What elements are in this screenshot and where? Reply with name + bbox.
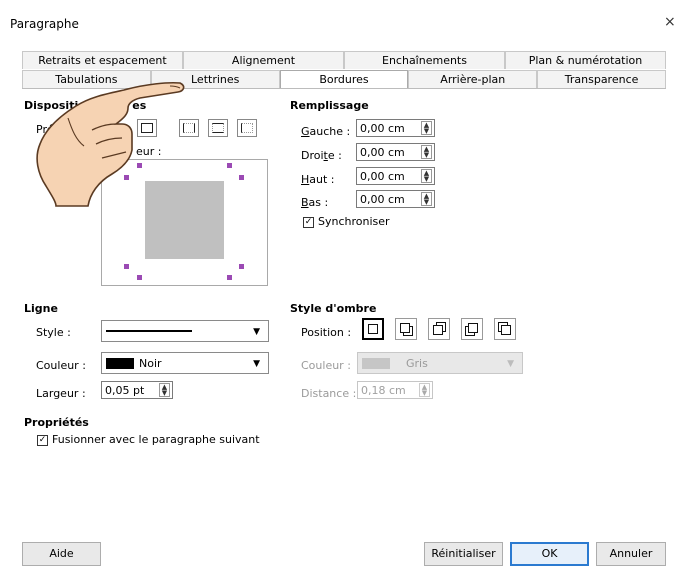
synchroniser-checkbox[interactable]: ✓ xyxy=(303,217,314,228)
droite-spin[interactable]: 0,00 cm ▲ ▼ xyxy=(356,143,435,161)
tab-retraits[interactable]: Retraits et espacement xyxy=(22,51,183,69)
preview-handle xyxy=(124,264,129,269)
tab-alignement[interactable]: Alignement xyxy=(183,51,344,69)
preset-left[interactable] xyxy=(237,119,257,137)
gauche-label: Gauche : xyxy=(301,125,351,138)
merge-label: Fusionner avec le paragraphe suivant xyxy=(52,433,260,446)
shadow-color-select[interactable]: Gris ▼ xyxy=(357,352,523,374)
shadow-distance-label: Distance : xyxy=(301,387,357,400)
ok-button[interactable]: OK xyxy=(510,542,589,566)
chevron-down-icon: ▼ xyxy=(253,327,260,337)
remplissage-heading: Remplissage xyxy=(290,99,369,112)
color-swatch xyxy=(106,358,134,369)
proprietes-heading: Propriétés xyxy=(24,416,89,429)
line-width-label: Largeur : xyxy=(36,387,86,400)
chevron-down-icon: ▼ xyxy=(507,359,514,369)
reset-button[interactable]: Réinitialiser xyxy=(424,542,503,566)
tab-plan-numerotation[interactable]: Plan & numérotation xyxy=(505,51,666,69)
tab-row-1: Retraits et espacement Alignement Enchaî… xyxy=(22,51,666,69)
preset-top-bottom[interactable] xyxy=(208,119,228,137)
preview-handle xyxy=(239,175,244,180)
line-style-select[interactable]: ▼ xyxy=(101,320,269,342)
ligne-heading: Ligne xyxy=(24,302,58,315)
shadow-distance-spin[interactable]: 0,18 cm ▲ ▼ xyxy=(357,381,433,399)
haut-label: Haut : xyxy=(301,173,335,186)
tab-arriere-plan[interactable]: Arrière-plan xyxy=(408,70,538,88)
haut-spin[interactable]: 0,00 cm ▲ ▼ xyxy=(356,167,435,185)
shadow-color-value: Gris xyxy=(406,357,428,370)
pointing-hand-icon xyxy=(36,81,185,207)
chevron-down-icon: ▼ xyxy=(253,359,260,369)
preview-handle xyxy=(137,275,142,280)
preview-handle xyxy=(227,275,232,280)
shadow-top-right-button[interactable] xyxy=(428,318,450,340)
shadow-top-left-button[interactable] xyxy=(494,318,516,340)
help-button[interactable]: Aide xyxy=(22,542,101,566)
close-icon[interactable]: × xyxy=(664,14,676,30)
synchroniser-label: Synchroniser xyxy=(318,215,390,228)
merge-checkbox[interactable]: ✓ xyxy=(37,435,48,446)
line-style-label: Style : xyxy=(36,326,71,339)
tab-bordures[interactable]: Bordures xyxy=(279,70,409,88)
color-swatch xyxy=(362,358,390,369)
line-color-select[interactable]: Noir ▼ xyxy=(101,352,269,374)
ombre-heading: Style d'ombre xyxy=(290,302,377,315)
shadow-position-label: Position : xyxy=(301,326,352,339)
preview-handle xyxy=(239,264,244,269)
line-width-spin[interactable]: 0,05 pt ▲ ▼ xyxy=(101,381,173,399)
droite-label: Droite : xyxy=(301,149,342,162)
line-color-value: Noir xyxy=(139,357,162,370)
preview-handle xyxy=(227,163,232,168)
line-color-label: Couleur : xyxy=(36,359,86,372)
tab-transparence[interactable]: Transparence xyxy=(537,70,666,88)
gauche-spin[interactable]: 0,00 cm ▲ ▼ xyxy=(356,119,435,137)
bas-label: Bas : xyxy=(301,196,329,209)
line-sample xyxy=(106,330,192,332)
shadow-bottom-left-button[interactable] xyxy=(461,318,483,340)
shadow-color-label: Couleur : xyxy=(301,359,351,372)
shadow-bottom-right-button[interactable] xyxy=(395,318,417,340)
cancel-button[interactable]: Annuler xyxy=(596,542,666,566)
shadow-none-button[interactable] xyxy=(362,318,384,340)
window-title: Paragraphe xyxy=(10,17,79,31)
tab-enchainements[interactable]: Enchaînements xyxy=(344,51,505,69)
bas-spin[interactable]: 0,00 cm ▲ ▼ xyxy=(356,190,435,208)
